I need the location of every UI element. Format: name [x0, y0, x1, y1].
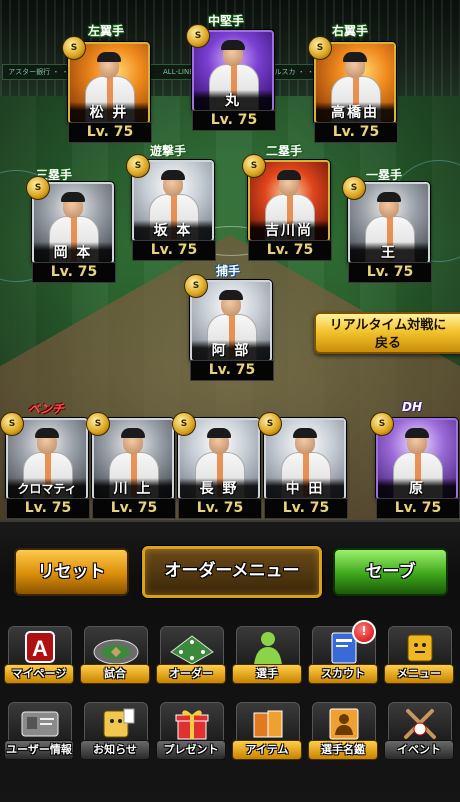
player-level: Lv. 75 [314, 122, 398, 143]
player-name: 阿 部 [192, 340, 270, 360]
player-name: 長 野 [180, 478, 258, 498]
player-name: 川 上 [94, 478, 172, 498]
player-level: Lv. 75 [190, 360, 274, 381]
menu-user-info[interactable]: ユーザー情報 [4, 702, 74, 762]
rarity-badge-icon: S [370, 412, 394, 436]
position-label-right-field: 右翼手 [332, 24, 369, 38]
reset-button[interactable]: リセット [14, 548, 129, 596]
rarity-badge-icon: S [126, 154, 150, 178]
menu-news[interactable]: お知らせ [80, 702, 150, 762]
rarity-badge-icon: S [242, 154, 266, 178]
position-label-left-field: 左翼手 [88, 24, 125, 38]
rarity-badge-icon: S [86, 412, 110, 436]
player-level: Lv. 75 [92, 498, 176, 519]
rarity-badge-icon: S [308, 36, 332, 60]
notification-badge: ! [352, 620, 376, 644]
player-name: 王 [350, 242, 428, 262]
player-level: Lv. 75 [132, 240, 216, 261]
position-label-center-field: 中堅手 [208, 14, 245, 28]
player-name: 松 井 [70, 102, 148, 122]
player-name: 岡 本 [34, 242, 112, 262]
player-name: 坂 本 [134, 220, 212, 240]
menu-label: イベント [384, 740, 454, 760]
menu-label: メニュー [384, 664, 454, 684]
order-menu-button[interactable]: オーダーメニュー [142, 546, 322, 598]
player-name: 丸 [194, 90, 272, 110]
menu-label: マイページ [4, 664, 74, 684]
menu-label: オーダー [156, 664, 226, 684]
rarity-badge-icon: S [62, 36, 86, 60]
player-name: 原 [378, 478, 456, 498]
rarity-badge-icon: S [0, 412, 24, 436]
menu-player-directory[interactable]: 選手名鑑 [308, 702, 378, 762]
rarity-badge-icon: S [26, 176, 50, 200]
player-name: クロマティ [8, 478, 86, 498]
position-label-second-base: 二塁手 [266, 144, 303, 158]
menu-scout[interactable]: ! スカウト [308, 620, 378, 686]
player-level: Lv. 75 [264, 498, 348, 519]
menu-label: 選手 [232, 664, 302, 684]
rarity-badge-icon: S [172, 412, 196, 436]
rarity-badge-icon: S [186, 24, 210, 48]
menu-label: プレゼント [156, 740, 226, 760]
menu-mypage[interactable]: A マイページ [4, 626, 74, 686]
rarity-badge-icon: S [342, 176, 366, 200]
menu-label: ユーザー情報 [4, 740, 74, 760]
player-level: Lv. 75 [6, 498, 90, 519]
menu-label: お知らせ [80, 740, 150, 760]
menu-label: 選手名鑑 [308, 740, 378, 760]
menu-order[interactable]: オーダー [156, 626, 226, 686]
menu-players[interactable]: 選手 [232, 626, 302, 686]
rarity-badge-icon: S [258, 412, 282, 436]
player-name: 吉川尚 [250, 220, 328, 240]
menu-label: アイテム [232, 740, 302, 760]
player-level: Lv. 75 [178, 498, 262, 519]
player-level: Lv. 75 [68, 122, 152, 143]
bench-label: ベンチ [28, 402, 65, 416]
position-label-first-base: 一塁手 [366, 168, 403, 182]
menu-match[interactable]: 試合 [80, 626, 150, 686]
player-level: Lv. 75 [376, 498, 460, 519]
player-level: Lv. 75 [192, 110, 276, 131]
menu-items[interactable]: アイテム [232, 702, 302, 762]
menu-present[interactable]: プレゼント [156, 702, 226, 762]
menu-label: スカウト [308, 664, 378, 684]
player-level: Lv. 75 [348, 262, 432, 283]
rarity-badge-icon: S [184, 274, 208, 298]
menu-label: 試合 [80, 664, 150, 684]
return-to-realtime-match-button[interactable]: リアルタイム対戦に 戻る [314, 312, 460, 354]
position-label-shortstop: 遊撃手 [150, 144, 187, 158]
player-name: 中 田 [266, 478, 344, 498]
realtime-label-line1: リアルタイム対戦に [329, 318, 447, 333]
menu-menu[interactable]: メニュー [384, 626, 454, 686]
menu-event[interactable]: イベント [384, 702, 454, 762]
svg-text:A: A [32, 636, 48, 661]
save-button[interactable]: セーブ [333, 548, 448, 596]
realtime-label-line2: 戻る [374, 336, 401, 351]
position-label-catcher: 捕手 [216, 264, 241, 278]
dh-label: DH [402, 400, 423, 414]
player-name: 高橋由 [316, 102, 394, 122]
player-level: Lv. 75 [32, 262, 116, 283]
player-level: Lv. 75 [248, 240, 332, 261]
